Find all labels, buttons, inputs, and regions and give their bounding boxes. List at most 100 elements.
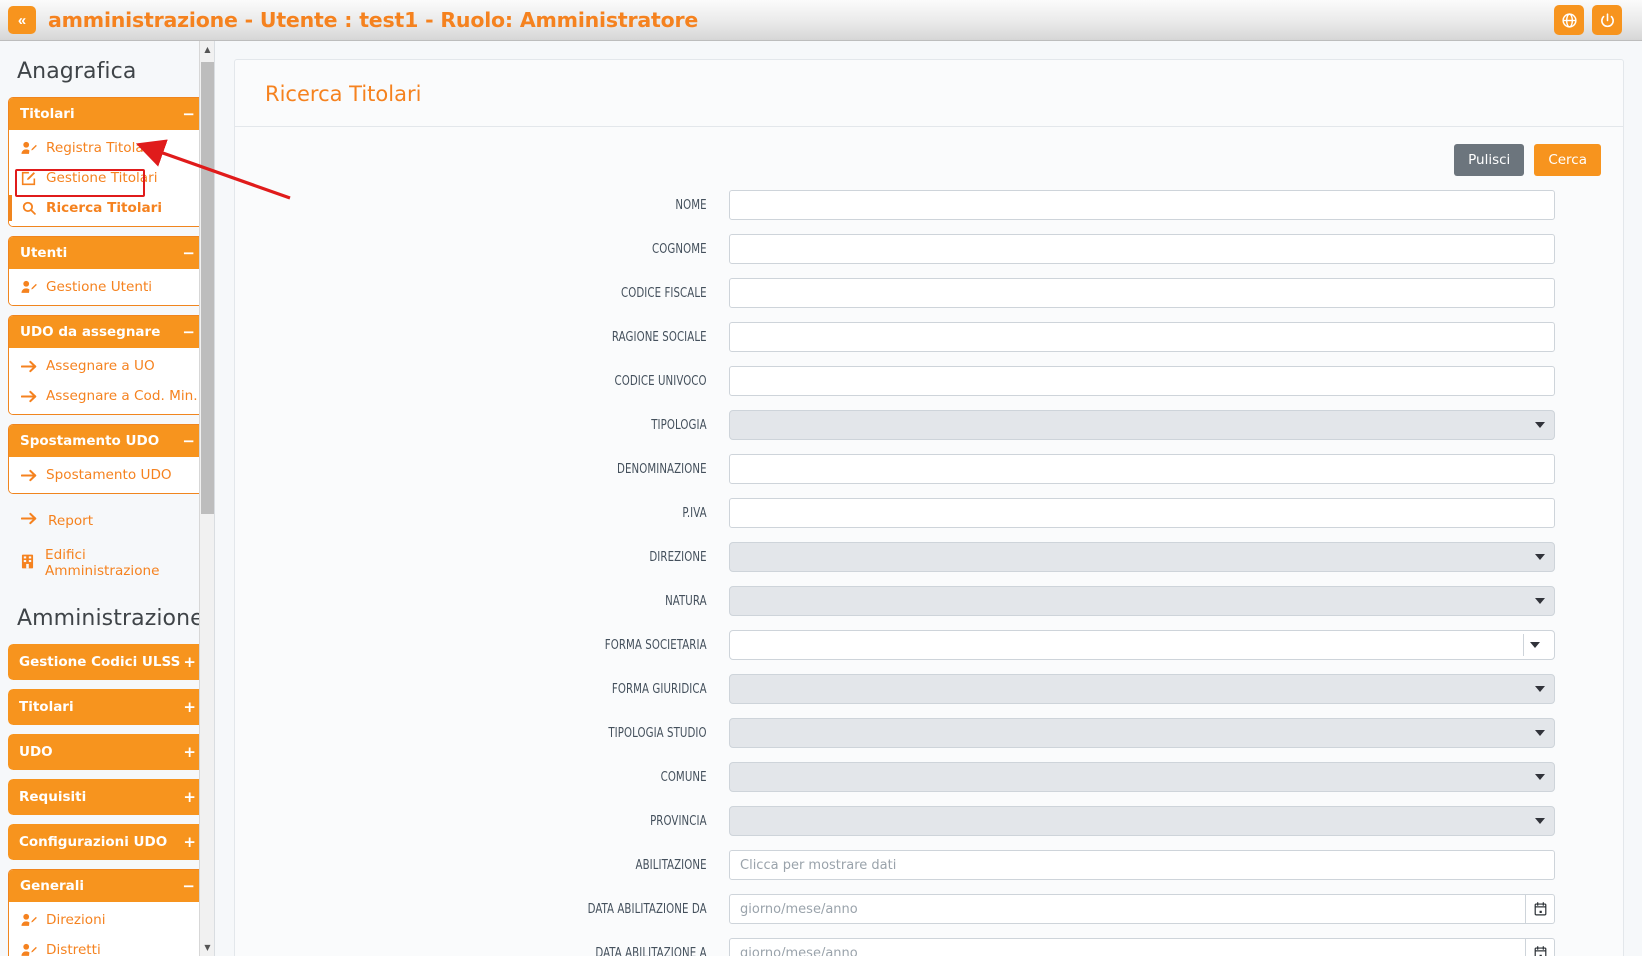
plus-icon[interactable]: + [183, 834, 196, 850]
chevron-down-icon [1535, 554, 1545, 560]
minus-icon[interactable]: − [182, 106, 195, 122]
sidebar-group-header[interactable]: Spostamento UDO − [9, 425, 206, 457]
sidebar-item-label: Assegnare a UO [46, 358, 155, 374]
sidebar-group-label: Generali [20, 878, 85, 894]
sidebar-group-header[interactable]: Requisiti + [8, 779, 207, 815]
input-codice-univoco[interactable] [729, 366, 1555, 396]
sidebar-item-assegnare-a-cod-min-[interactable]: Assegnare a Cod. Min. [9, 381, 206, 411]
minus-icon[interactable]: − [182, 878, 195, 894]
sidebar-item-distretti[interactable]: Distretti [9, 935, 206, 956]
sidebar-item-gestione-utenti[interactable]: Gestione Utenti [9, 272, 206, 302]
plus-icon[interactable]: + [183, 744, 196, 760]
chevron-down-icon [1535, 730, 1545, 736]
user-edit-icon [20, 141, 37, 155]
user-edit-icon [20, 913, 37, 927]
sidebar-group-header[interactable]: UDO da assegnare − [9, 316, 206, 348]
sidebar-item-direzioni[interactable]: Direzioni [9, 905, 206, 935]
sidebar-group-titolari: Titolari − Registra Titolari Gestione Titol… [8, 97, 207, 227]
field-label-forma-giuridica: FORMA GIURIDICA [611, 681, 707, 697]
calendar-icon[interactable] [1526, 938, 1555, 956]
date-group-data-abilitazione-da [729, 894, 1555, 924]
form-row-natura: NATURA [235, 586, 1623, 616]
sidebar-item-report[interactable]: Report [8, 503, 207, 538]
input-denominazione[interactable] [729, 454, 1555, 484]
sidebar-section-amministrazione-title: Amministrazione [17, 606, 204, 631]
field-label-abilitazione: ABILITAZIONE [635, 857, 707, 873]
input-ragione-sociale[interactable] [729, 322, 1555, 352]
select-comune [729, 762, 1555, 792]
input-p-iva[interactable] [729, 498, 1555, 528]
sidebar-group-titolari: Titolari + [8, 689, 207, 725]
sidebar-group-header[interactable]: Utenti − [9, 237, 206, 269]
sidebar-item-edifici-amministrazione[interactable]: Edifici Amministrazione [8, 538, 207, 588]
plus-icon[interactable]: + [183, 699, 196, 715]
minus-icon[interactable]: − [182, 433, 195, 449]
field-control-data-abilitazione-da [729, 894, 1555, 924]
input-nome[interactable] [729, 190, 1555, 220]
select-forma-giuridica [729, 674, 1555, 704]
globe-icon[interactable] [1554, 5, 1584, 35]
sidebar-group-gestione-codici-ulss: Gestione Codici ULSS + [8, 644, 207, 680]
chevron-down-icon [1535, 818, 1545, 824]
scrollbar-thumb[interactable] [201, 62, 214, 514]
sidebar-item-registra-titolari[interactable]: Registra Titolari [9, 133, 206, 163]
minus-icon[interactable]: − [182, 324, 195, 340]
sidebar-item-assegnare-a-uo[interactable]: Assegnare a UO [9, 351, 206, 381]
scrollbar-down-arrow[interactable]: ▼ [200, 939, 214, 956]
sidebar-group-label: Requisiti [19, 789, 87, 805]
field-control-direzione [729, 542, 1555, 572]
form-row-data-abilitazione-da: DATA ABILITAZIONE DA [235, 894, 1623, 924]
sidebar-item-ricerca-titolari[interactable]: Ricerca Titolari [9, 193, 206, 223]
select-direzione [729, 542, 1555, 572]
sidebar-group-header[interactable]: Titolari − [9, 98, 206, 130]
plus-icon[interactable]: + [183, 789, 196, 805]
input-cognome[interactable] [729, 234, 1555, 264]
field-label-codice-univoco: CODICE UNIVOCO [614, 373, 707, 389]
date-input-data-abilitazione-a[interactable] [729, 938, 1527, 956]
arrow-right-icon [20, 512, 37, 529]
field-label-denominazione: DENOMINAZIONE [617, 461, 707, 477]
user-edit-icon [20, 280, 37, 294]
scrollbar-up-arrow[interactable]: ▲ [200, 41, 214, 58]
sidebar-item-label: Ricerca Titolari [46, 200, 163, 216]
sidebar-group-label: Utenti [20, 245, 68, 261]
sidebar-group-header[interactable]: Configurazioni UDO + [8, 824, 207, 860]
field-control-abilitazione [729, 850, 1555, 880]
sidebar-group-label: Titolari [19, 699, 74, 715]
search-button[interactable]: Cerca [1534, 144, 1601, 176]
form-row-data-abilitazione-a: DATA ABILITAZIONE A [235, 938, 1623, 956]
chevron-down-icon [1535, 774, 1545, 780]
sidebar-group-header[interactable]: Titolari + [8, 689, 207, 725]
sidebar-group-header[interactable]: UDO + [8, 734, 207, 770]
calendar-icon[interactable] [1526, 894, 1555, 924]
sidebar-group-requisiti: Requisiti + [8, 779, 207, 815]
sidebar-group-label: UDO da assegnare [20, 324, 161, 340]
date-input-data-abilitazione-da[interactable] [729, 894, 1527, 924]
pencil-square-icon [20, 171, 37, 186]
field-label-data-abilitazione-da: DATA ABILITAZIONE DA [587, 901, 707, 917]
sidebar-item-gestione-titolari[interactable]: Gestione Titolari [9, 163, 206, 193]
chevron-down-icon [1535, 598, 1545, 604]
power-icon[interactable] [1592, 5, 1622, 35]
minus-icon[interactable]: − [182, 245, 195, 261]
sidebar-group-generali: Generali − Direzioni Distretti [8, 869, 207, 956]
input-codice-fiscale[interactable] [729, 278, 1555, 308]
sidebar-groups-anagrafica: Titolari − Registra Titolari Gestione Titol… [8, 97, 207, 494]
clear-button[interactable]: Pulisci [1454, 144, 1525, 176]
sidebar-collapse-button[interactable]: « [8, 6, 36, 34]
sidebar-item-spostamento-udo[interactable]: Spostamento UDO [9, 460, 206, 490]
sidebar-flat-items: Report Edifici Amministrazione [8, 503, 207, 588]
plus-icon[interactable]: + [183, 654, 196, 670]
sidebar-group-udo: UDO + [8, 734, 207, 770]
sidebar-scrollbar[interactable]: ▲ ▼ [199, 41, 214, 956]
sidebar-group-header[interactable]: Gestione Codici ULSS + [8, 644, 207, 680]
form-row-tipologia: TIPOLOGIA [235, 410, 1623, 440]
select-forma-societaria[interactable] [729, 630, 1555, 660]
sidebar-group-udo-da-assegnare: UDO da assegnare − Assegnare a UO Assegnare… [8, 315, 207, 415]
sidebar-group-configurazioni-udo: Configurazioni UDO + [8, 824, 207, 860]
sidebar-group-header[interactable]: Generali − [9, 870, 206, 902]
field-control-cognome [729, 234, 1555, 264]
sidebar-group-body: Direzioni Distretti [9, 902, 206, 956]
input-abilitazione[interactable] [729, 850, 1555, 880]
select-provincia [729, 806, 1555, 836]
